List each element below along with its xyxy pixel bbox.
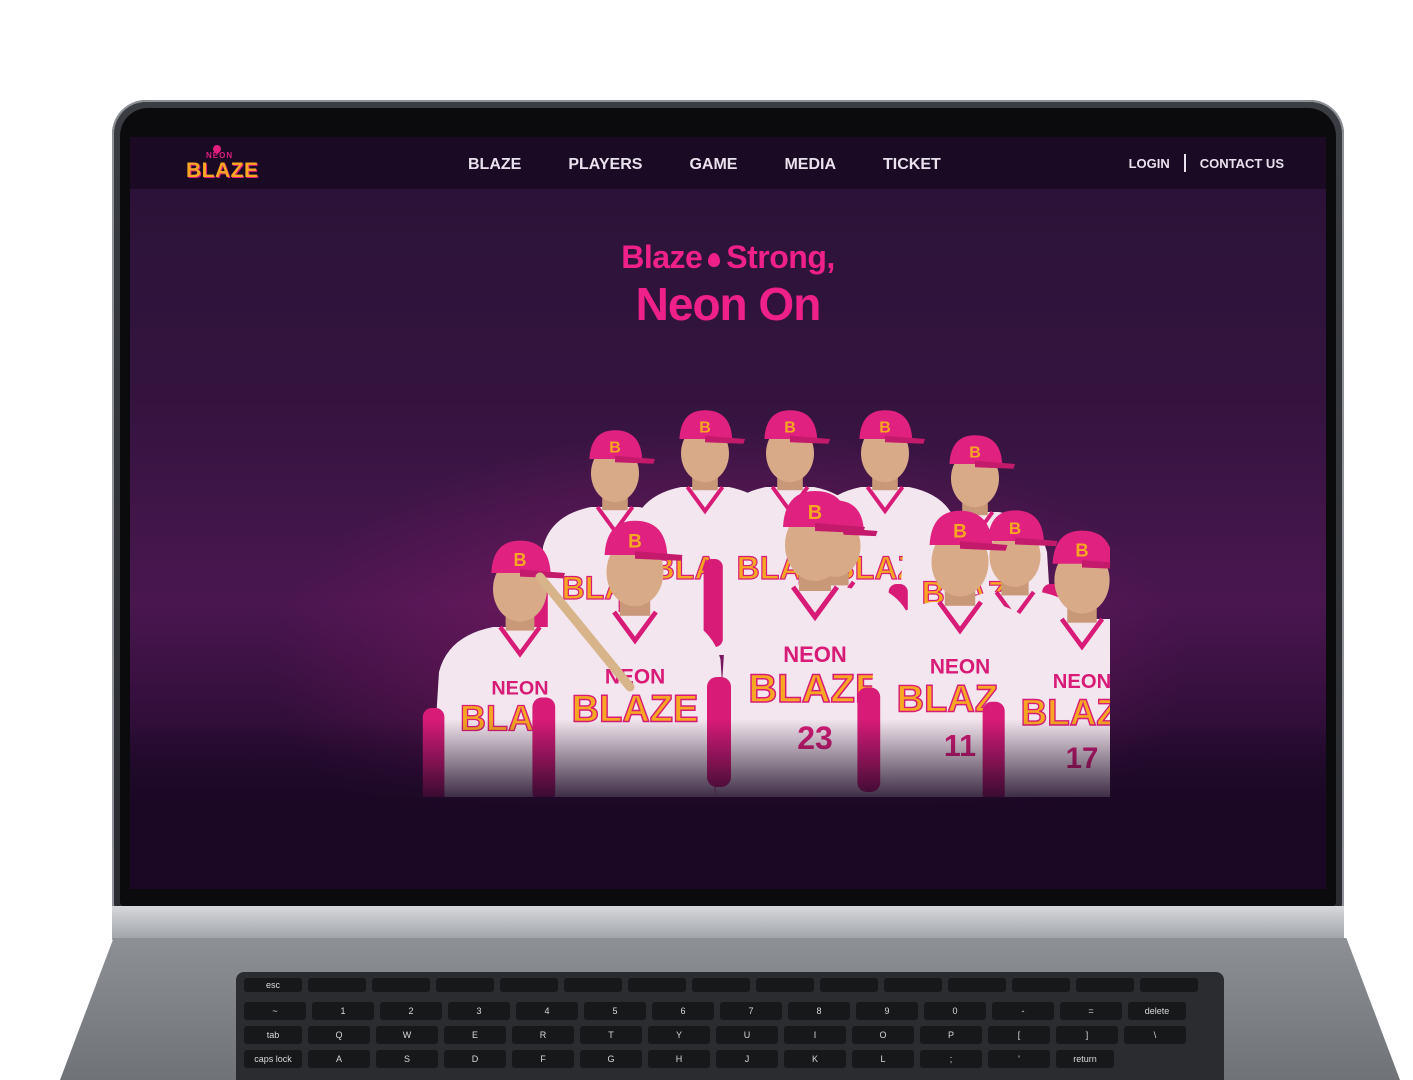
keyboard-key[interactable]: 2 <box>380 1002 442 1020</box>
jersey-neon-text: NEON <box>491 678 548 700</box>
keyboard-key[interactable] <box>628 978 686 992</box>
hero-slogan-line1: Blaze Strong, <box>130 239 1326 276</box>
keyboard-key[interactable]: Y <box>648 1026 710 1044</box>
keyboard-key[interactable]: ' <box>988 1050 1050 1068</box>
keyboard-key[interactable] <box>500 978 558 992</box>
keyboard-key[interactable]: D <box>444 1050 506 1068</box>
jersey-neon-text: NEON <box>930 655 990 678</box>
hero-slogan-line2: Neon On <box>635 278 822 330</box>
slogan-word-strong: Strong, <box>726 239 835 275</box>
keyboard-key[interactable]: W <box>376 1026 438 1044</box>
keyboard-key[interactable]: S <box>376 1050 438 1068</box>
keyboard-key[interactable]: E <box>444 1026 506 1044</box>
team-logo[interactable]: NEON BLAZE <box>186 143 259 185</box>
jersey-neon-text: NEON <box>783 642 847 667</box>
keyboard-key[interactable] <box>884 978 942 992</box>
keyboard-row-function: esc <box>244 978 1204 992</box>
cap-logo: B <box>808 502 822 524</box>
keyboard-key[interactable]: A <box>308 1050 370 1068</box>
keyboard-key[interactable]: ] <box>1056 1026 1118 1044</box>
menu-item-media[interactable]: MEDIA <box>784 137 836 189</box>
keyboard-key[interactable]: [ <box>988 1026 1050 1044</box>
slogan-word-blaze: Blaze <box>621 239 703 275</box>
keyboard-key[interactable]: T <box>580 1026 642 1044</box>
keyboard-key[interactable]: 3 <box>448 1002 510 1020</box>
menu-item-blaze[interactable]: BLAZE <box>468 137 521 189</box>
cap-logo: B <box>1009 519 1021 538</box>
keyboard-key[interactable] <box>564 978 622 992</box>
hero-fade <box>130 719 1326 889</box>
cap-logo: B <box>699 420 711 437</box>
website-screen: NEON BLAZE BLAZE PLAYERS GAME MEDIA TICK… <box>130 137 1326 889</box>
keyboard-key[interactable]: esc <box>244 978 302 992</box>
keyboard-key[interactable]: G <box>580 1050 642 1068</box>
keyboard-key[interactable]: F <box>512 1050 574 1068</box>
keyboard-row-home: caps lock A S D F G H J K L; ' return <box>244 1050 1120 1068</box>
keyboard-key[interactable]: return <box>1056 1050 1114 1068</box>
keyboard-key[interactable]: I <box>784 1026 846 1044</box>
keyboard-row-qwerty: tab Q W E R T Y U I O P [] \ <box>244 1026 1192 1044</box>
menu-item-ticket[interactable]: TICKET <box>883 137 941 189</box>
keyboard-key[interactable]: P <box>920 1026 982 1044</box>
keyboard-key[interactable]: K <box>784 1050 846 1068</box>
logo-blaze-text: BLAZE <box>186 159 259 182</box>
keyboard-key[interactable]: 0 <box>924 1002 986 1020</box>
keyboard-key[interactable]: 8 <box>788 1002 850 1020</box>
keyboard-key[interactable]: 9 <box>856 1002 918 1020</box>
utility-links: LOGIN CONTACT US <box>1129 137 1284 189</box>
keyboard-key[interactable] <box>820 978 878 992</box>
keyboard-key[interactable] <box>692 978 750 992</box>
keyboard-key[interactable] <box>756 978 814 992</box>
cap-logo: B <box>879 420 891 437</box>
keyboard-key[interactable]: R <box>512 1026 574 1044</box>
cap-logo: B <box>514 550 527 570</box>
keyboard-key[interactable]: - <box>992 1002 1054 1020</box>
keyboard-key[interactable]: = <box>1060 1002 1122 1020</box>
keyboard-key[interactable] <box>1076 978 1134 992</box>
keyboard-key[interactable]: 5 <box>584 1002 646 1020</box>
keyboard-key[interactable]: ~ <box>244 1002 306 1020</box>
keyboard-key[interactable] <box>436 978 494 992</box>
keyboard-key[interactable]: caps lock <box>244 1050 302 1068</box>
keyboard-key[interactable] <box>1012 978 1070 992</box>
keyboard-key[interactable]: J <box>716 1050 778 1068</box>
keyboard-key[interactable]: L <box>852 1050 914 1068</box>
keyboard-key[interactable] <box>308 978 366 992</box>
keyboard-key[interactable] <box>948 978 1006 992</box>
keyboard-key[interactable] <box>372 978 430 992</box>
keyboard-key[interactable] <box>1140 978 1198 992</box>
divider <box>1183 154 1186 172</box>
keyboard-key[interactable]: delete <box>1128 1002 1186 1020</box>
menu-item-game[interactable]: GAME <box>689 137 737 189</box>
keyboard-key[interactable]: Q <box>308 1026 370 1044</box>
keyboard-key[interactable]: ; <box>920 1050 982 1068</box>
keyboard-key[interactable]: U <box>716 1026 778 1044</box>
keyboard: esc ~1 2 3 4 5 6 7 8 9 0- = delete tab Q W E R T Y U I O P [] \… <box>236 972 1224 1080</box>
contact-us-link[interactable]: CONTACT US <box>1200 156 1284 171</box>
jersey-neon-text: NEON <box>1053 671 1110 693</box>
keyboard-key[interactable]: \ <box>1124 1026 1186 1044</box>
cap-logo: B <box>1075 539 1088 560</box>
cap-logo: B <box>609 440 621 457</box>
keyboard-row-numbers: ~1 2 3 4 5 6 7 8 9 0- = delete <box>244 1002 1192 1020</box>
top-nav: NEON BLAZE BLAZE PLAYERS GAME MEDIA TICK… <box>130 137 1326 189</box>
menu-item-players[interactable]: PLAYERS <box>568 137 642 189</box>
cap-logo: B <box>953 521 967 542</box>
keyboard-key[interactable]: 1 <box>312 1002 374 1020</box>
keyboard-key[interactable]: 7 <box>720 1002 782 1020</box>
keyboard-key[interactable]: 6 <box>652 1002 714 1020</box>
cap-logo: B <box>628 531 642 552</box>
laptop-hinge <box>112 906 1344 940</box>
cap-logo: B <box>784 420 796 437</box>
main-menu: BLAZE PLAYERS GAME MEDIA TICKET <box>468 137 988 189</box>
keyboard-key[interactable]: 4 <box>516 1002 578 1020</box>
cap-logo: B <box>969 445 981 462</box>
keyboard-key[interactable]: O <box>852 1026 914 1044</box>
flame-icon <box>708 252 721 267</box>
keyboard-key[interactable]: tab <box>244 1026 302 1044</box>
keyboard-key[interactable]: H <box>648 1050 710 1068</box>
login-link[interactable]: LOGIN <box>1129 156 1170 171</box>
